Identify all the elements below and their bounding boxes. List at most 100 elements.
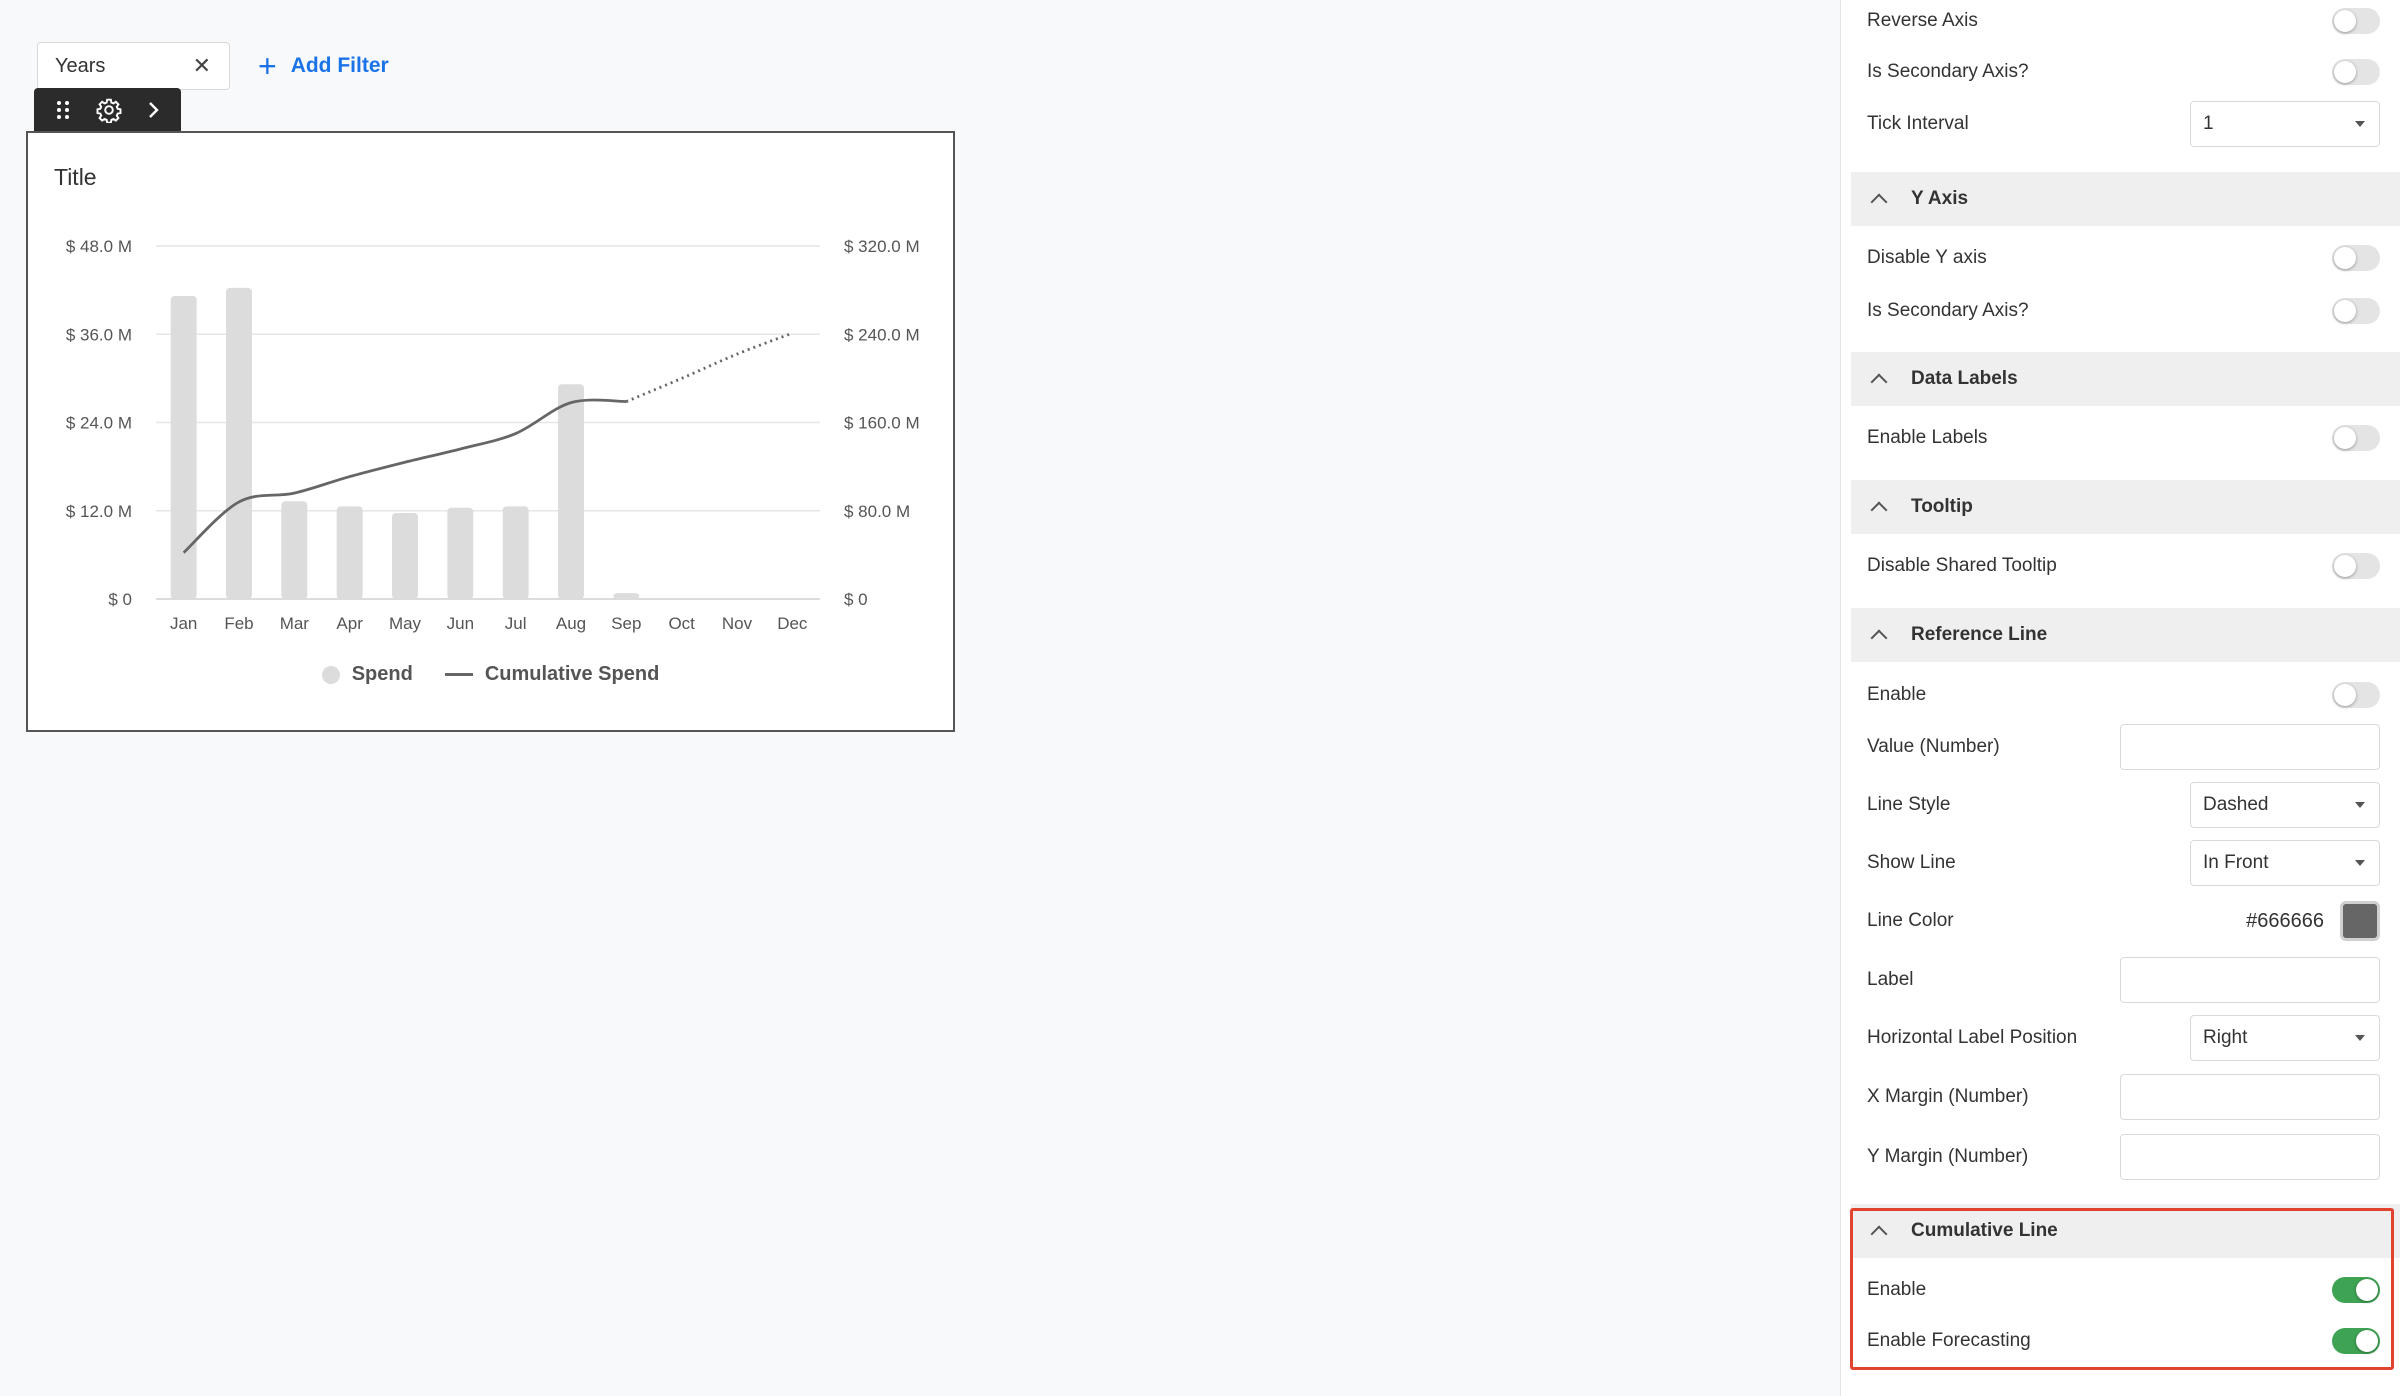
- setting-disable-shared-tooltip: Disable Shared Tooltip: [1867, 551, 2380, 581]
- enable-forecasting-toggle[interactable]: [2332, 1328, 2380, 1354]
- setting-label: Tick Interval: [1867, 113, 1969, 134]
- legend-label: Cumulative Spend: [484, 663, 660, 685]
- setting-label: Is Secondary Axis?: [1867, 300, 2029, 321]
- x-tick-label: Oct: [668, 614, 695, 633]
- setting-label: Value (Number): [1867, 736, 2000, 757]
- chart-legend: Spend Cumulative Spend: [28, 663, 953, 686]
- secondary-axis-toggle[interactable]: [2332, 59, 2380, 85]
- chevron-up-icon: [1870, 193, 1888, 211]
- show-line-select[interactable]: In Front: [2190, 840, 2380, 886]
- close-icon[interactable]: ✕: [193, 55, 211, 77]
- select-value: 1: [2203, 113, 2214, 134]
- bar: [281, 501, 308, 599]
- select-value: In Front: [2203, 852, 2269, 873]
- line-color-value: #666666: [2246, 909, 2324, 932]
- bar: [447, 507, 474, 599]
- chevron-up-icon: [1870, 501, 1888, 519]
- right-tick-label: $ 240.0 M: [844, 325, 920, 344]
- reference-label-input[interactable]: [2120, 957, 2380, 1003]
- setting-label: Horizontal Label Position: [1867, 1027, 2078, 1048]
- add-filter-button[interactable]: + Add Filter: [258, 48, 389, 84]
- x-tick-label: Dec: [777, 614, 808, 633]
- color-swatch[interactable]: [2340, 901, 2380, 941]
- right-tick-label: $ 320.0 M: [844, 237, 920, 256]
- setting-label: Y Margin (Number): [1867, 1146, 2029, 1167]
- setting-reference-value: Value (Number): [1867, 724, 2380, 770]
- setting-tick-interval: Tick Interval 1: [1867, 101, 2380, 147]
- bar: [226, 287, 252, 599]
- setting-label: Reverse Axis: [1867, 10, 1978, 31]
- left-tick-label: $ 24.0 M: [66, 414, 132, 433]
- setting-show-line: Show Line In Front: [1867, 840, 2380, 886]
- enable-labels-toggle[interactable]: [2332, 425, 2380, 451]
- x-tick-label: Sep: [611, 614, 641, 633]
- bar: [558, 384, 584, 599]
- x-tick-label: Jul: [505, 614, 527, 633]
- tick-interval-select[interactable]: 1: [2190, 101, 2380, 147]
- section-title: Y Axis: [1911, 188, 1969, 209]
- x-margin-input[interactable]: [2120, 1074, 2380, 1120]
- section-cumulative-line[interactable]: Cumulative Line: [1851, 1204, 2400, 1258]
- bar: [502, 506, 529, 599]
- left-tick-label: $ 36.0 M: [66, 325, 132, 344]
- setting-label-text: Label: [1867, 957, 2380, 1003]
- line-style-select[interactable]: Dashed: [2190, 782, 2380, 828]
- right-tick-label: $ 160.0 M: [844, 414, 920, 433]
- reverse-axis-toggle[interactable]: [2332, 8, 2380, 34]
- reference-value-input[interactable]: [2120, 724, 2380, 770]
- section-data-labels[interactable]: Data Labels: [1851, 352, 2400, 406]
- chart-toolbar: [34, 88, 181, 132]
- chevron-up-icon: [1870, 373, 1888, 391]
- legend-item-cumulative[interactable]: Cumulative Spend: [444, 663, 660, 686]
- setting-label: Line Color: [1867, 910, 1954, 931]
- legend-label: Spend: [351, 663, 413, 685]
- drag-handle-icon[interactable]: [55, 99, 71, 121]
- horizontal-label-position-select[interactable]: Right: [2190, 1015, 2380, 1061]
- section-title: Data Labels: [1911, 368, 2018, 389]
- setting-line-style: Line Style Dashed: [1867, 782, 2380, 828]
- y-secondary-axis-toggle[interactable]: [2332, 298, 2380, 324]
- select-value: Right: [2203, 1027, 2248, 1048]
- setting-label: Line Style: [1867, 794, 1951, 815]
- setting-label: Is Secondary Axis?: [1867, 61, 2029, 82]
- setting-disable-y-axis: Disable Y axis: [1867, 243, 2380, 273]
- gear-icon[interactable]: [96, 97, 122, 123]
- left-tick-label: $ 0: [108, 590, 132, 609]
- setting-label: X Margin (Number): [1867, 1086, 2029, 1107]
- chart-widget[interactable]: Title $ 0 $ 0 $ 12.0 M $ 80.0 M $ 24.0 M $ 16…: [26, 131, 955, 732]
- line-color-picker[interactable]: #666666: [2246, 901, 2380, 941]
- legend-line: [444, 673, 473, 676]
- reference-enable-toggle[interactable]: [2332, 682, 2380, 708]
- x-tick-label: Apr: [336, 614, 363, 633]
- right-tick-label: $ 0: [844, 590, 868, 609]
- section-y-axis[interactable]: Y Axis: [1851, 172, 2400, 226]
- setting-horizontal-label-position: Horizontal Label Position Right: [1867, 1015, 2380, 1061]
- section-title: Cumulative Line: [1911, 1220, 2058, 1241]
- caret-down-icon: [2355, 1035, 2365, 1041]
- filter-chip-years[interactable]: Years ✕: [37, 42, 230, 90]
- x-tick-label: May: [389, 614, 422, 633]
- chevron-right-icon[interactable]: [147, 100, 161, 120]
- x-tick-label: Aug: [556, 614, 586, 633]
- setting-x-margin: X Margin (Number): [1867, 1074, 2380, 1120]
- dashboard-editor: Years ✕ + Add Filter Title $ 0 $ 0 $ 12.0 …: [0, 0, 2400, 1396]
- setting-line-color: Line Color #666666: [1867, 898, 2380, 944]
- y-margin-input[interactable]: [2120, 1134, 2380, 1180]
- setting-label: Enable: [1867, 1279, 1927, 1300]
- disable-shared-tooltip-toggle[interactable]: [2332, 553, 2380, 579]
- cumulative-enable-toggle[interactable]: [2332, 1277, 2380, 1303]
- add-filter-label: Add Filter: [290, 54, 389, 77]
- setting-label: Show Line: [1867, 852, 1956, 873]
- setting-secondary-axis-y: Is Secondary Axis?: [1867, 296, 2380, 326]
- section-tooltip[interactable]: Tooltip: [1851, 480, 2400, 534]
- legend-item-spend[interactable]: Spend: [321, 663, 413, 686]
- setting-secondary-axis-x: Is Secondary Axis?: [1867, 57, 2380, 87]
- plus-icon: +: [258, 48, 277, 84]
- left-tick-label: $ 12.0 M: [66, 502, 132, 521]
- bar: [613, 593, 640, 599]
- disable-y-axis-toggle[interactable]: [2332, 245, 2380, 271]
- x-tick-label: Feb: [224, 614, 253, 633]
- x-tick-label: Jan: [170, 614, 197, 633]
- x-tick-label: Mar: [280, 614, 310, 633]
- section-reference-line[interactable]: Reference Line: [1851, 608, 2400, 662]
